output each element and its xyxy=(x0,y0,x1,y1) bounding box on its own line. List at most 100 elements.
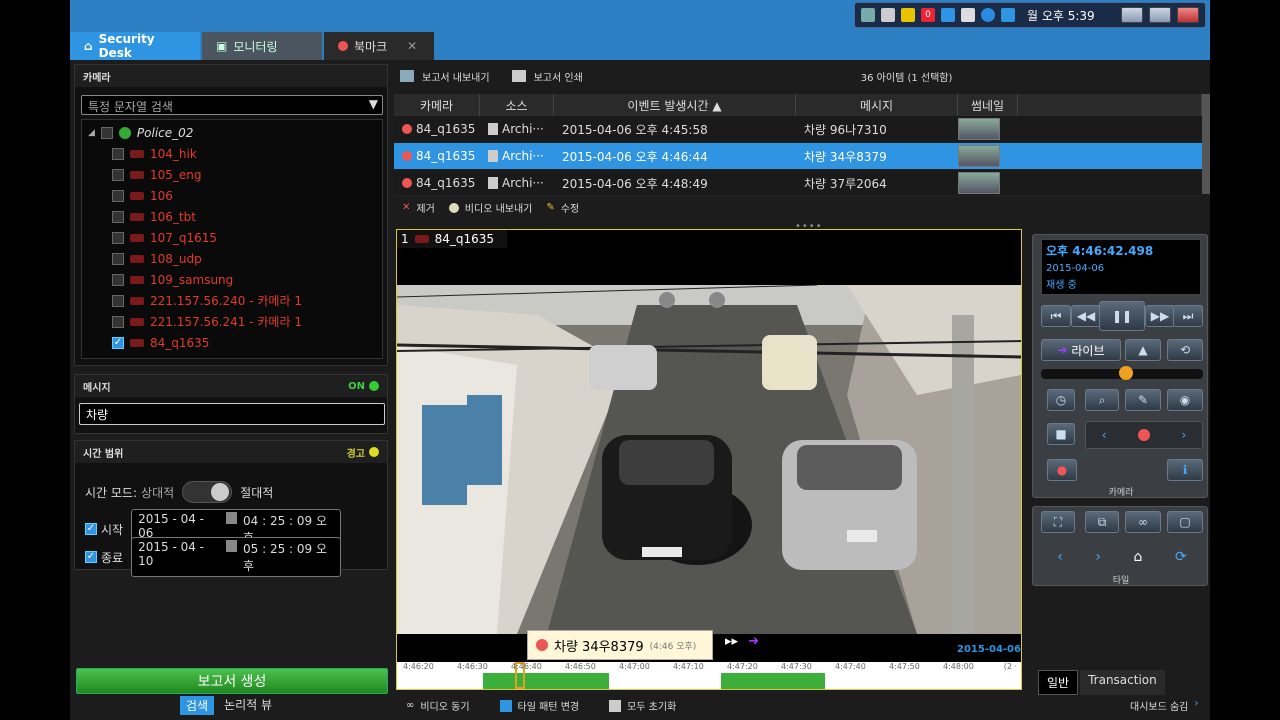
edit-button[interactable]: 수정 xyxy=(561,200,579,215)
camera-checkbox[interactable]: ✓ xyxy=(112,336,124,349)
col-thumbnail[interactable]: 썸네일 xyxy=(958,94,1018,116)
next-icon[interactable]: ➜ xyxy=(748,634,759,649)
tab-logical-view[interactable]: 논리적 뷰 xyxy=(224,696,272,715)
camera-search-input[interactable]: 특정 문자열 검색 ▼ xyxy=(81,95,383,115)
speaker-alert-icon[interactable] xyxy=(901,8,915,22)
tab-monitoring[interactable]: ▣ 모니터링 xyxy=(202,32,322,60)
camera-video-feed[interactable] xyxy=(397,285,1021,634)
pause-button[interactable]: ❚❚ xyxy=(1099,301,1145,331)
camera-tree-item[interactable]: 106 xyxy=(88,185,376,206)
time-status[interactable]: 경고 xyxy=(347,445,379,460)
print-report-button[interactable]: 보고서 인쇄 xyxy=(534,69,583,84)
clear-button[interactable]: ▢ xyxy=(1167,511,1203,533)
camera-tree-item[interactable]: 109_samsung xyxy=(88,269,376,290)
help-icon[interactable] xyxy=(1001,8,1015,22)
alarm-badge-icon[interactable]: 0 xyxy=(921,8,935,22)
camera-tree-item[interactable]: 221.157.56.240 - 카메라 1 xyxy=(88,290,376,311)
eject-button[interactable]: ▲ xyxy=(1125,339,1161,361)
camera-checkbox[interactable] xyxy=(112,210,124,223)
bookmark-add-icon[interactable] xyxy=(1137,429,1150,441)
loop-button[interactable]: ⟲ xyxy=(1167,339,1203,361)
camera-tree-item[interactable]: 107_q1615 xyxy=(88,227,376,248)
export-report-button[interactable]: 보고서 내보내기 xyxy=(422,69,490,84)
forward-icon[interactable]: › xyxy=(1095,549,1101,565)
camera-tree-item[interactable]: 104_hik xyxy=(88,143,376,164)
tab-transaction[interactable]: Transaction xyxy=(1080,670,1165,695)
camera-checkbox[interactable] xyxy=(112,231,124,244)
refresh-icon[interactable]: ⟳ xyxy=(1175,549,1187,565)
col-message[interactable]: 메시지 xyxy=(796,94,958,116)
fast-forward-icon[interactable]: ▸▸ xyxy=(725,634,738,649)
video-tile[interactable]: 1 84_q1635 차량 34우8379 (4:46 오후) ▸▸ ➜ 201… xyxy=(396,229,1022,690)
export-video-button[interactable]: 비디오 내보내기 xyxy=(465,200,533,215)
zoom-button[interactable]: ⌕ xyxy=(1085,389,1119,411)
next-icon[interactable]: › xyxy=(1181,428,1186,442)
info-button[interactable]: ℹ xyxy=(1167,459,1203,481)
speed-slider[interactable] xyxy=(1041,366,1203,380)
close-window-button[interactable] xyxy=(1177,7,1199,23)
skip-start-button[interactable]: ⏮ xyxy=(1041,305,1071,327)
snapshot-button[interactable]: ◉ xyxy=(1167,389,1203,411)
filter-icon[interactable]: ▼ xyxy=(369,97,378,111)
popout-button[interactable]: ⧉ xyxy=(1085,511,1119,533)
skip-end-button[interactable]: ⏭ xyxy=(1173,305,1203,327)
camera-checkbox[interactable] xyxy=(112,168,124,181)
camera-checkbox[interactable] xyxy=(112,189,124,202)
col-source[interactable]: 소스 xyxy=(480,94,554,116)
minimize-button[interactable] xyxy=(1121,7,1143,23)
network-icon[interactable] xyxy=(861,8,875,22)
prev-icon[interactable]: ‹ xyxy=(1102,428,1107,442)
table-row[interactable]: 84_q1635 Archi··· 2015-04-06 오후 4:45:58 차량 … xyxy=(394,116,1202,143)
camera-tree-item[interactable]: 108_udp xyxy=(88,248,376,269)
tile-pattern-button[interactable]: 타일 패턴 변경 xyxy=(518,698,580,713)
camera-checkbox[interactable] xyxy=(112,315,124,328)
tree-root[interactable]: ◢ Police_02 xyxy=(88,122,376,143)
camera-tree-item[interactable]: 105_eng xyxy=(88,164,376,185)
tree-checkbox[interactable] xyxy=(100,126,113,139)
user-icon[interactable] xyxy=(881,8,895,22)
fullscreen-button[interactable]: ⛶ xyxy=(1041,511,1075,533)
home-icon[interactable]: ⌂ xyxy=(1134,549,1143,565)
col-camera[interactable]: 카메라 xyxy=(394,94,480,116)
link-button[interactable]: ∞ xyxy=(1125,511,1161,533)
dashboard-toggle[interactable]: 대시보드 숨김 › xyxy=(1130,698,1198,713)
video-sync-button[interactable]: 비디오 동기 xyxy=(420,698,469,713)
close-tab-icon[interactable]: ✕ xyxy=(407,39,417,53)
cell-thumbnail[interactable] xyxy=(958,118,1018,140)
time-mode-toggle[interactable] xyxy=(182,481,233,503)
maximize-button[interactable] xyxy=(1149,7,1171,23)
globe-icon[interactable] xyxy=(981,8,995,22)
tab-bookmark[interactable]: 북마크 ✕ xyxy=(324,32,434,60)
live-button[interactable]: ➜ 라이브 xyxy=(1041,339,1121,361)
stop-button[interactable]: ■ xyxy=(1047,423,1075,445)
record-button[interactable]: ● xyxy=(1047,459,1077,481)
end-checkbox[interactable]: ✓ xyxy=(85,551,97,563)
tab-security-desk[interactable]: ⌂ Security Desk xyxy=(70,32,200,60)
draw-button[interactable]: ✎ xyxy=(1125,389,1161,411)
generate-report-button[interactable]: 보고서 생성 xyxy=(76,668,388,694)
reset-all-button[interactable]: 모두 초기화 xyxy=(627,698,676,713)
clock-button[interactable]: ◷ xyxy=(1047,389,1075,411)
end-datetime-input[interactable]: 2015 - 04 - 10 05 : 25 : 09 오후 xyxy=(131,537,342,577)
col-event-time[interactable]: 이벤트 발생시간 ▲ xyxy=(554,94,796,116)
bookmark-overlay[interactable]: 차량 34우8379 (4:46 오후) xyxy=(527,630,713,660)
cell-thumbnail[interactable] xyxy=(958,145,1018,167)
rewind-button[interactable]: ◀◀ xyxy=(1071,305,1101,327)
camera-checkbox[interactable] xyxy=(112,294,124,307)
tab-search[interactable]: 검색 xyxy=(180,696,215,715)
fast-forward-button[interactable]: ▶▶ xyxy=(1145,305,1175,327)
table-row[interactable]: 84_q1635 Archi··· 2015-04-06 오후 4:48:49 차량 … xyxy=(394,170,1202,197)
camera-tree-item[interactable]: 106_tbt xyxy=(88,206,376,227)
remove-button[interactable]: 제거 xyxy=(416,200,434,215)
volume-icon[interactable] xyxy=(961,8,975,22)
message-input[interactable]: 차량 xyxy=(79,403,385,425)
message-status[interactable]: ON xyxy=(348,381,379,392)
camera-tree-item[interactable]: ✓ 84_q1635 xyxy=(88,332,376,353)
table-row[interactable]: 84_q1635 Archi··· 2015-04-06 오후 4:46:44 차량 … xyxy=(394,143,1202,170)
camera-checkbox[interactable] xyxy=(112,147,124,160)
cell-thumbnail[interactable] xyxy=(958,172,1018,194)
monitor-icon[interactable] xyxy=(941,8,955,22)
camera-checkbox[interactable] xyxy=(112,252,124,265)
start-checkbox[interactable]: ✓ xyxy=(85,523,97,535)
camera-checkbox[interactable] xyxy=(112,273,124,286)
